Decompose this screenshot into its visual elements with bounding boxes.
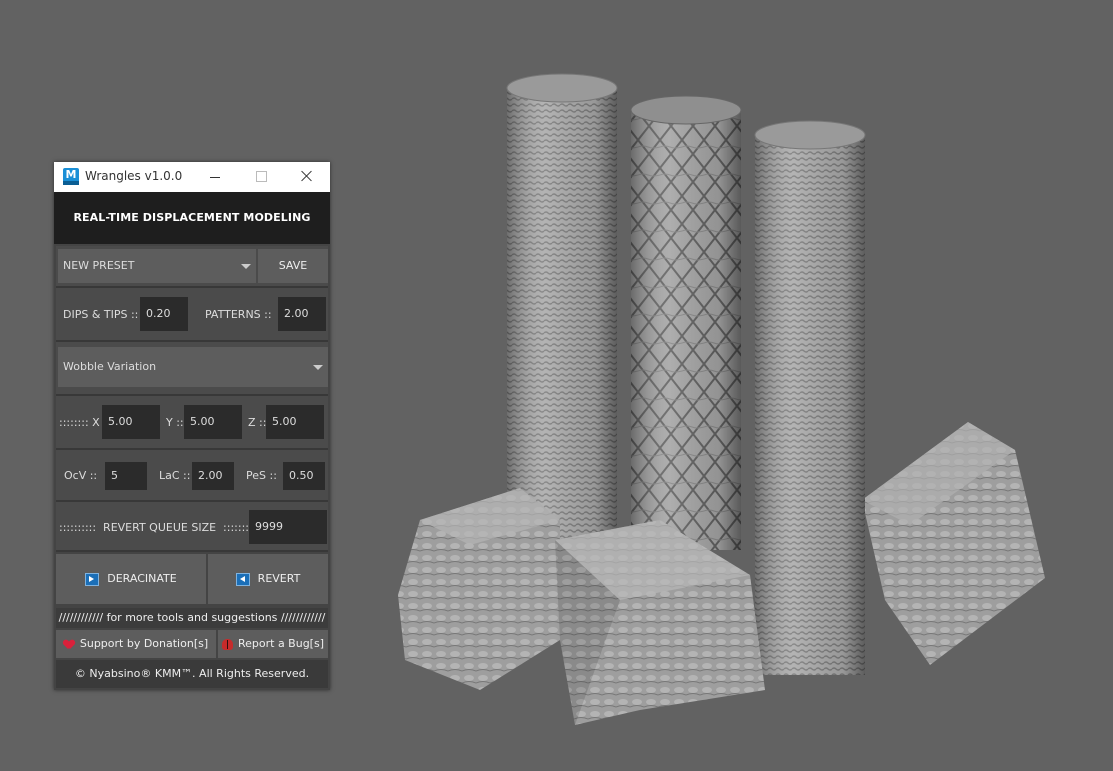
- dips-input[interactable]: 0.20: [140, 297, 188, 331]
- y-input[interactable]: 5.00: [184, 405, 242, 439]
- ocv-label: OcV ::: [64, 469, 98, 482]
- heart-icon: [64, 640, 74, 649]
- minimize-icon[interactable]: [192, 162, 238, 192]
- actions-row: DERACINATE REVERT: [56, 552, 328, 608]
- dips-patterns-row: DIPS & TIPS :: 0.20 PATTERNS :: 2.00: [56, 288, 328, 340]
- lac-label: LaC ::: [159, 469, 191, 482]
- x-input[interactable]: 5.00: [102, 405, 160, 439]
- variation-row: Wobble Variation: [56, 342, 328, 394]
- deracinate-label: DERACINATE: [107, 572, 177, 585]
- tool-header: REAL-TIME DISPLACEMENT MODELING: [54, 192, 330, 244]
- copyright-text: © Nyabsino® KMM™. All Rights Reserved.: [56, 660, 328, 688]
- patterns-input[interactable]: 2.00: [278, 297, 326, 331]
- pes-label: PeS ::: [246, 469, 277, 482]
- patterns-label: PATTERNS ::: [205, 308, 272, 321]
- close-icon[interactable]: [284, 162, 330, 192]
- revert-button[interactable]: REVERT: [208, 554, 328, 604]
- support-row: Support by Donation[s] Report a Bug[s]: [56, 629, 328, 659]
- donation-button[interactable]: Support by Donation[s]: [56, 630, 216, 658]
- maximize-icon[interactable]: [238, 162, 284, 192]
- deracinate-button[interactable]: DERACINATE: [56, 554, 206, 604]
- back-icon: [235, 572, 250, 586]
- revert-queue-row: :::::::::: REVERT QUEUE SIZE :::::::::::…: [56, 502, 328, 550]
- z-label: Z ::: [248, 416, 267, 429]
- donation-label: Support by Donation[s]: [79, 637, 209, 650]
- wrangles-window: M Wrangles v1.0.0 REAL-TIME DISPLACEMENT…: [54, 162, 330, 690]
- dips-label: DIPS & TIPS ::: [63, 308, 139, 321]
- noise-row: OcV :: 5 LaC :: 2.00 PeS :: 0.50: [56, 450, 328, 500]
- y-label: Y ::: [166, 416, 184, 429]
- report-bug-label: Report a Bug[s]: [237, 637, 324, 650]
- report-bug-button[interactable]: Report a Bug[s]: [218, 630, 328, 658]
- variation-dropdown[interactable]: Wobble Variation: [58, 347, 308, 387]
- chevron-down-icon[interactable]: [236, 249, 256, 283]
- chevron-down-icon[interactable]: [308, 347, 328, 387]
- save-button[interactable]: SAVE: [258, 249, 328, 283]
- revert-label: REVERT: [257, 572, 301, 585]
- lac-input[interactable]: 2.00: [192, 462, 234, 490]
- preset-dropdown[interactable]: NEW PRESET: [58, 249, 236, 283]
- revert-queue-input[interactable]: 9999: [249, 510, 327, 544]
- z-input[interactable]: 5.00: [266, 405, 324, 439]
- pes-input[interactable]: 0.50: [283, 462, 325, 490]
- xyz-row: :::::::: X :: 5.00 Y :: 5.00 Z :: 5.00: [56, 396, 328, 448]
- window-titlebar[interactable]: M Wrangles v1.0.0: [54, 162, 330, 192]
- ocv-input[interactable]: 5: [105, 462, 147, 490]
- play-icon: [85, 572, 100, 586]
- preset-row: NEW PRESET SAVE: [56, 246, 328, 286]
- window-title: Wrangles v1.0.0: [85, 169, 183, 183]
- more-tools-link[interactable]: //////////// for more tools and suggesti…: [56, 608, 328, 628]
- bug-icon: [221, 638, 233, 650]
- maya-app-icon: M: [63, 168, 79, 185]
